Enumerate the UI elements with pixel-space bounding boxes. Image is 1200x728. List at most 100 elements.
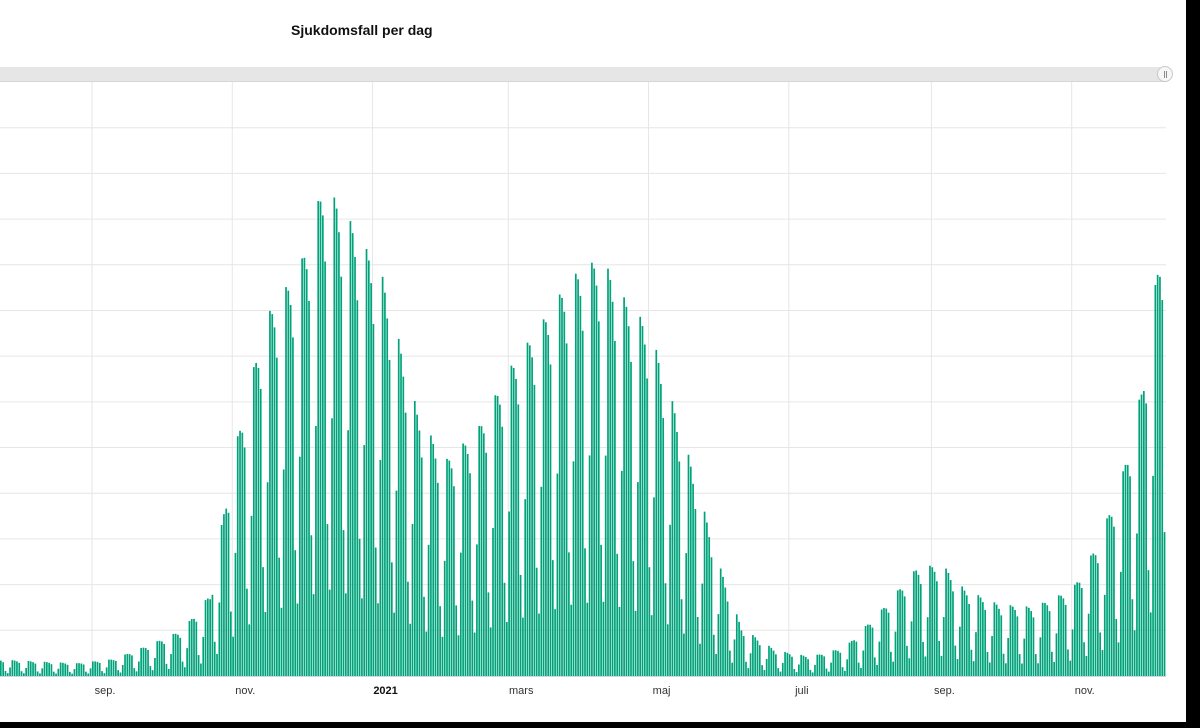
- bar[interactable]: [901, 590, 904, 676]
- bar[interactable]: [715, 653, 717, 676]
- bar[interactable]: [731, 662, 734, 676]
- bar[interactable]: [430, 435, 432, 676]
- bar[interactable]: [747, 668, 750, 676]
- bar[interactable]: [344, 593, 347, 676]
- bar[interactable]: [285, 287, 287, 676]
- bar[interactable]: [1011, 606, 1014, 676]
- bar[interactable]: [243, 447, 246, 676]
- bar[interactable]: [1028, 607, 1030, 676]
- bar[interactable]: [735, 614, 738, 676]
- bar[interactable]: [361, 598, 363, 676]
- bar[interactable]: [634, 610, 637, 676]
- bar[interactable]: [1078, 582, 1081, 676]
- bar[interactable]: [512, 367, 515, 676]
- bar[interactable]: [29, 661, 32, 676]
- bar[interactable]: [356, 300, 359, 676]
- bar[interactable]: [936, 581, 938, 676]
- bar[interactable]: [558, 294, 561, 676]
- bar[interactable]: [147, 649, 149, 676]
- bar[interactable]: [390, 562, 393, 676]
- bar[interactable]: [793, 669, 796, 676]
- bar[interactable]: [1074, 584, 1076, 676]
- bar[interactable]: [678, 461, 681, 676]
- bar[interactable]: [1101, 650, 1104, 676]
- bar[interactable]: [142, 647, 145, 676]
- bar[interactable]: [519, 574, 522, 676]
- bar[interactable]: [1055, 633, 1058, 676]
- bar[interactable]: [685, 553, 688, 676]
- bar[interactable]: [1149, 612, 1152, 676]
- bar[interactable]: [20, 671, 23, 676]
- bar[interactable]: [11, 660, 14, 676]
- bar[interactable]: [131, 655, 133, 676]
- bar[interactable]: [722, 576, 724, 676]
- bar[interactable]: [202, 636, 205, 676]
- bar[interactable]: [1032, 617, 1035, 676]
- bar[interactable]: [503, 582, 506, 676]
- bar[interactable]: [4, 670, 7, 676]
- bar[interactable]: [1016, 616, 1019, 676]
- bar[interactable]: [993, 602, 996, 676]
- bar[interactable]: [436, 482, 439, 676]
- bar[interactable]: [278, 557, 280, 676]
- bar[interactable]: [719, 568, 722, 676]
- bar[interactable]: [473, 632, 476, 676]
- bar[interactable]: [407, 581, 409, 676]
- bar[interactable]: [572, 461, 575, 676]
- bar[interactable]: [347, 430, 349, 676]
- bar[interactable]: [986, 652, 989, 676]
- bar[interactable]: [292, 337, 294, 676]
- bar[interactable]: [977, 595, 980, 676]
- bar[interactable]: [871, 627, 874, 676]
- bar[interactable]: [476, 544, 478, 676]
- bar[interactable]: [248, 624, 251, 676]
- bar[interactable]: [823, 656, 826, 676]
- bar[interactable]: [94, 661, 96, 676]
- bar[interactable]: [1007, 637, 1010, 676]
- bar[interactable]: [66, 664, 69, 676]
- bar[interactable]: [991, 635, 993, 676]
- bar[interactable]: [264, 612, 267, 676]
- bar[interactable]: [963, 590, 966, 676]
- bar[interactable]: [2, 662, 4, 676]
- bar[interactable]: [887, 612, 890, 676]
- bar[interactable]: [6, 673, 9, 676]
- bar[interactable]: [696, 617, 699, 676]
- bar[interactable]: [680, 599, 683, 676]
- bar[interactable]: [439, 606, 441, 676]
- bar[interactable]: [515, 378, 517, 676]
- bar[interactable]: [947, 572, 950, 676]
- bar[interactable]: [71, 673, 73, 676]
- bar[interactable]: [1023, 638, 1026, 676]
- bar[interactable]: [650, 615, 653, 676]
- bar[interactable]: [167, 668, 170, 676]
- bar[interactable]: [43, 661, 46, 676]
- bar[interactable]: [119, 672, 122, 676]
- bar[interactable]: [952, 591, 954, 676]
- bar[interactable]: [1156, 274, 1159, 676]
- bar[interactable]: [1002, 653, 1005, 676]
- bar[interactable]: [85, 671, 87, 676]
- bar[interactable]: [425, 631, 428, 676]
- bar[interactable]: [609, 279, 612, 676]
- bar[interactable]: [563, 311, 566, 676]
- bar[interactable]: [52, 671, 55, 676]
- bar[interactable]: [777, 668, 780, 676]
- bar[interactable]: [492, 527, 494, 676]
- bar[interactable]: [133, 668, 136, 676]
- bar[interactable]: [441, 636, 444, 676]
- bar[interactable]: [103, 673, 106, 676]
- bar[interactable]: [269, 310, 271, 676]
- bar[interactable]: [39, 673, 41, 676]
- bar[interactable]: [968, 603, 970, 676]
- bar[interactable]: [108, 659, 110, 676]
- bar[interactable]: [158, 640, 161, 676]
- bar[interactable]: [308, 300, 310, 676]
- bar[interactable]: [395, 490, 398, 676]
- bar[interactable]: [1143, 391, 1145, 676]
- bar[interactable]: [965, 595, 968, 676]
- bar[interactable]: [1115, 619, 1118, 676]
- bar[interactable]: [432, 443, 435, 676]
- bar[interactable]: [1152, 475, 1154, 676]
- bar[interactable]: [864, 626, 867, 676]
